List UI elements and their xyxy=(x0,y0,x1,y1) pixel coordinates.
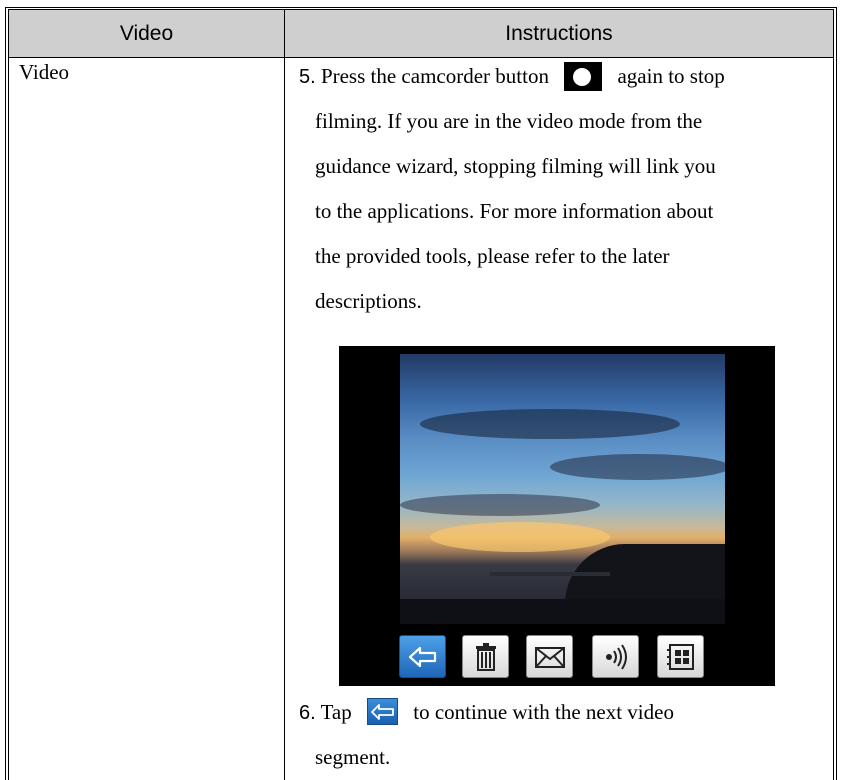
header-instructions: Instructions xyxy=(505,22,613,45)
column-divider xyxy=(284,58,285,780)
header-video: Video xyxy=(9,10,285,57)
table-header: Video Instructions xyxy=(9,10,833,58)
send-mail-button[interactable] xyxy=(526,635,573,678)
step-6-number: 6. xyxy=(299,702,316,724)
step-5-number: 5. xyxy=(299,66,316,88)
step-6-line-2: segment. xyxy=(315,745,391,769)
delete-button[interactable] xyxy=(462,635,509,678)
sunset-photo xyxy=(400,354,725,624)
step-5-line-4: to the applications. For more informatio… xyxy=(315,199,714,223)
back-arrow-button[interactable] xyxy=(399,635,446,678)
device-screenshot xyxy=(339,346,775,686)
camera-icon xyxy=(564,61,603,91)
sound-button[interactable] xyxy=(592,635,639,678)
step-5-line-3: guidance wizard, stopping filming will l… xyxy=(315,154,716,178)
trash-icon xyxy=(476,643,496,671)
playback-toolbar xyxy=(339,626,775,686)
mail-icon xyxy=(535,647,565,668)
step-5-line-2: filming. If you are in the video mode fr… xyxy=(315,109,703,133)
grid-icon xyxy=(667,644,694,670)
step-6-text-b: to continue with the next video xyxy=(413,700,674,724)
step-5: 5. Press the camcorder button again to s… xyxy=(299,54,819,324)
album-button[interactable] xyxy=(657,635,704,678)
back-arrow-icon xyxy=(367,697,398,725)
step-5-line-6: descriptions. xyxy=(315,289,422,313)
step-5-text-a: Press the camcorder button xyxy=(320,64,549,88)
sound-icon xyxy=(606,644,627,670)
step-5-line-5: the provided tools, please refer to the … xyxy=(315,244,670,268)
step-5-text-b: again to stop xyxy=(617,64,725,88)
row-label: Video xyxy=(19,60,70,84)
back-arrow-icon xyxy=(408,646,437,668)
step-6-text-a: Tap xyxy=(320,700,352,724)
step-6: 6. Tap to continue with the next video s… xyxy=(299,690,819,780)
